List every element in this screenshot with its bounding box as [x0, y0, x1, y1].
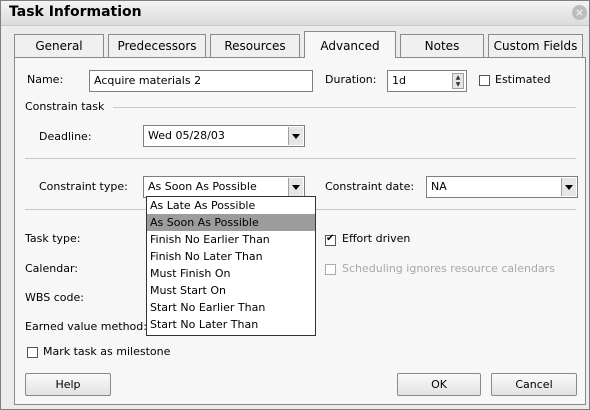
- chevron-down-icon[interactable]: [561, 178, 576, 196]
- tab-label: Advanced: [320, 39, 380, 53]
- constrain-task-group-label: Constrain task: [25, 100, 105, 113]
- tab-label: General: [35, 39, 83, 53]
- list-item[interactable]: As Late As Possible: [147, 197, 315, 214]
- chevron-down-icon[interactable]: [288, 127, 303, 145]
- tab-label: Resources: [224, 39, 286, 53]
- deadline-label: Deadline:: [39, 130, 92, 143]
- help-button[interactable]: Help: [25, 373, 111, 396]
- separator: [113, 107, 576, 108]
- tab-label: Custom Fields: [493, 39, 578, 53]
- task-type-label: Task type:: [25, 232, 81, 245]
- estimated-label: Estimated: [495, 73, 551, 86]
- constraint-date-value: NA: [431, 180, 447, 193]
- title-bar[interactable]: Task Information ×: [1, 1, 589, 26]
- list-item[interactable]: Start No Earlier Than: [147, 299, 315, 316]
- deadline-dropdown[interactable]: Wed 05/28/03: [143, 125, 305, 147]
- constraint-type-label: Constraint type:: [39, 180, 128, 193]
- duration-value: 1d: [392, 74, 406, 87]
- name-field[interactable]: Acquire materials 2: [89, 70, 313, 92]
- list-item[interactable]: Must Finish On: [147, 265, 315, 282]
- milestone-checkbox[interactable]: [27, 347, 38, 358]
- scheduling-ignores-label: Scheduling ignores resource calendars: [342, 262, 555, 275]
- effort-driven-label: Effort driven: [342, 232, 411, 245]
- scheduling-ignores-checkbox[interactable]: [325, 264, 336, 275]
- constraint-type-value: As Soon As Possible: [148, 180, 257, 193]
- earned-value-label: Earned value method:: [25, 320, 147, 333]
- list-item[interactable]: Start No Later Than: [147, 316, 315, 333]
- estimated-checkbox[interactable]: [479, 75, 490, 86]
- tab-resources[interactable]: Resources: [210, 34, 300, 57]
- cancel-button[interactable]: Cancel: [491, 373, 577, 396]
- constraint-type-options-list[interactable]: As Late As Possible As Soon As Possible …: [146, 196, 316, 336]
- tab-predecessors[interactable]: Predecessors: [108, 34, 206, 57]
- milestone-label: Mark task as milestone: [43, 345, 171, 358]
- chevron-down-icon[interactable]: [288, 178, 303, 196]
- tab-label: Predecessors: [117, 39, 197, 53]
- constraint-date-dropdown[interactable]: NA: [426, 176, 578, 198]
- wbs-code-label: WBS code:: [25, 291, 84, 304]
- duration-field[interactable]: 1d ▲ ▼: [387, 70, 467, 92]
- tab-label: Notes: [424, 39, 460, 53]
- duration-spinner-icon[interactable]: ▲ ▼: [452, 73, 464, 89]
- list-item[interactable]: As Soon As Possible: [147, 214, 315, 231]
- deadline-value: Wed 05/28/03: [148, 129, 225, 142]
- dialog-title: Task Information: [9, 4, 142, 20]
- name-label: Name:: [27, 73, 64, 86]
- calendar-label: Calendar:: [25, 262, 78, 275]
- ok-button[interactable]: OK: [397, 373, 481, 396]
- close-icon[interactable]: ×: [572, 5, 587, 20]
- constraint-type-dropdown[interactable]: As Soon As Possible: [143, 176, 305, 198]
- task-information-dialog: Task Information × General Predecessors …: [0, 0, 590, 410]
- tab-custom-fields[interactable]: Custom Fields: [488, 34, 583, 57]
- duration-label: Duration:: [325, 73, 377, 86]
- tab-notes[interactable]: Notes: [400, 34, 484, 57]
- tab-general[interactable]: General: [14, 34, 104, 57]
- constraint-date-label: Constraint date:: [325, 180, 415, 193]
- list-item[interactable]: Finish No Later Than: [147, 248, 315, 265]
- list-item[interactable]: Must Start On: [147, 282, 315, 299]
- list-item[interactable]: Finish No Earlier Than: [147, 231, 315, 248]
- separator: [25, 158, 576, 159]
- tab-advanced[interactable]: Advanced: [304, 31, 396, 58]
- effort-driven-checkbox[interactable]: [325, 233, 336, 246]
